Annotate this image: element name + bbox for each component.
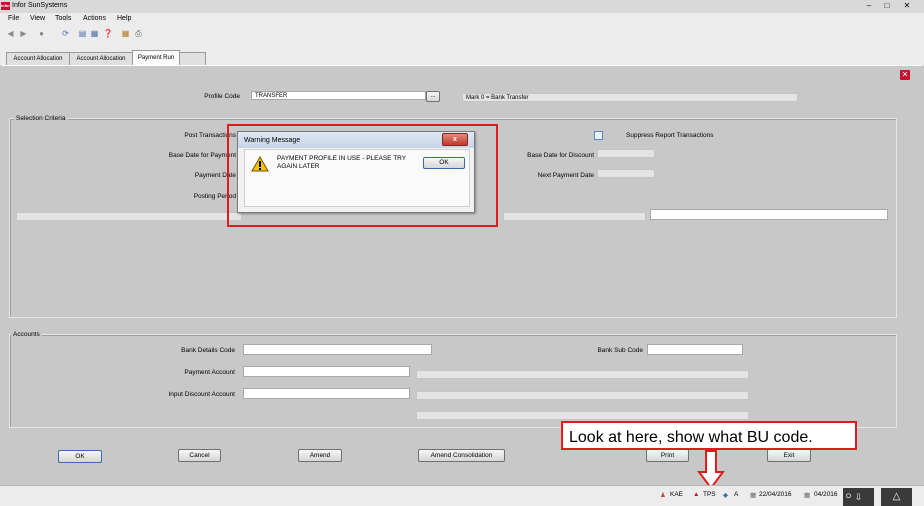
profile-description-field: Mark 0 = Bank Transfer [462, 93, 798, 102]
menu-file[interactable]: File [8, 15, 19, 22]
suppress-report-checkbox[interactable] [594, 131, 603, 140]
dialog-message-line2: AGAIN LATER [277, 163, 320, 170]
bank-sub-code-input[interactable] [647, 344, 743, 355]
status-bar: ♟ KAE ▲ TPS ◆ A ▦ 22/04/2016 ▦ 04/2016 O… [0, 485, 924, 506]
window-title: Infor SunSystems [12, 2, 68, 9]
user-icon: ♟ [660, 492, 666, 499]
minimize-icon[interactable]: – [862, 1, 876, 11]
title-bar: infor Infor SunSystems – □ ✕ [0, 0, 924, 14]
base-date-discount-label: Base Date for Discount [527, 152, 594, 159]
download-button[interactable]: O ⇩ [843, 488, 874, 506]
status-date: 22/04/2016 [759, 491, 792, 498]
menu-help[interactable]: Help [117, 15, 131, 22]
payment-account-description [416, 370, 749, 379]
dialog-title-bar: Warning Message [238, 132, 474, 148]
payment-date-label: Payment Date [194, 172, 236, 179]
input-discount-account-label: Input Discount Account [168, 391, 236, 398]
status-user: KAE [670, 491, 684, 498]
dialog-ok-button[interactable]: OK [423, 157, 465, 169]
bank-details-code-label: Bank Details Code [181, 347, 235, 354]
annotation-callout: Look at here, show what BU code. [561, 421, 857, 450]
close-window-icon[interactable]: ✕ [900, 1, 914, 11]
accounts-title: Accounts [11, 331, 42, 338]
warning-icon [251, 156, 269, 172]
grid-icon[interactable]: ▦ [121, 29, 130, 38]
base-date-payment-label: Base Date for Payment [168, 152, 236, 159]
menu-view[interactable]: View [30, 15, 45, 22]
status-extra: O [846, 493, 852, 500]
close-panel-icon[interactable]: ✕ [900, 70, 910, 80]
menu-bar: File View Tools Actions Help [0, 13, 924, 26]
dialog-title: Warning Message [244, 137, 301, 144]
input-discount-account-input[interactable] [243, 388, 410, 399]
form-icon[interactable]: ▦ [90, 29, 99, 38]
history-icon[interactable]: ● [37, 29, 46, 38]
help-doc-icon[interactable]: ❓ [103, 29, 113, 38]
toolbar: ◀ ▶ ● ⟳ ▤ ▦ ❓ ▦ ⎙ [0, 26, 924, 43]
amend-button[interactable]: Amend [298, 449, 342, 462]
input-discount-account-description [416, 391, 749, 400]
print-icon[interactable]: ⎙ [134, 29, 143, 38]
download-arrow-icon: ⇩ [854, 492, 863, 502]
calendar-icon: ▦ [750, 492, 757, 499]
infor-logo-icon: infor [1, 2, 10, 10]
base-date-discount-field [597, 149, 655, 158]
tab-strip: Account Allocation Account Allocation Pa… [0, 42, 924, 66]
tab-payment-run[interactable]: Payment Run [132, 50, 180, 66]
bank-sub-code-label: Bank Sub Code [597, 347, 643, 354]
tab-blank[interactable] [179, 52, 206, 65]
profile-code-input[interactable]: TRANSFER [251, 91, 426, 100]
tab-account-allocation-1[interactable]: Account Allocation [6, 52, 70, 65]
next-payment-date-field [597, 169, 655, 178]
back-icon[interactable]: ◀ [6, 29, 15, 38]
menu-actions[interactable]: Actions [83, 15, 106, 22]
payment-account-input[interactable] [243, 366, 410, 377]
cancel-button[interactable]: Cancel [178, 449, 221, 462]
drive-icon: △ [892, 491, 901, 502]
dialog-message-line1: PAYMENT PROFILE IN USE - PLEASE TRY [277, 155, 407, 162]
forward-icon[interactable]: ▶ [19, 29, 28, 38]
posting-period-label: Posting Period [193, 193, 236, 200]
ok-button[interactable]: OK [58, 450, 102, 463]
menu-tools[interactable]: Tools [55, 15, 71, 22]
document-icon[interactable]: ▤ [78, 29, 87, 38]
profile-lookup-button[interactable]: ... [426, 91, 440, 102]
bank-details-code-input[interactable] [243, 344, 432, 355]
accounts-extra-field [416, 411, 749, 420]
refresh-icon[interactable]: ⟳ [61, 29, 70, 38]
drive-button[interactable]: △ [881, 488, 912, 506]
tab-account-allocation-2[interactable]: Account Allocation [69, 52, 133, 65]
warning-dialog: Warning Message x PAYMENT PROFILE IN USE… [237, 131, 475, 213]
status-period: 04/2016 [814, 491, 838, 498]
maximize-icon[interactable]: □ [880, 1, 894, 11]
post-transactions-label: Post Transactions [184, 132, 236, 139]
next-payment-date-label: Next Payment Date [537, 172, 594, 179]
ledger-icon: ◆ [723, 492, 728, 499]
profile-code-label: Profile Code [204, 93, 240, 100]
selection-bar-1 [16, 212, 242, 221]
dialog-close-button[interactable]: x [442, 133, 468, 146]
status-ledger: A [734, 491, 739, 498]
dialog-body: PAYMENT PROFILE IN USE - PLEASE TRY AGAI… [244, 149, 470, 207]
selection-range-input[interactable] [650, 209, 888, 220]
payment-account-label: Payment Account [184, 369, 235, 376]
period-icon: ▦ [804, 492, 811, 499]
business-unit-icon: ▲ [693, 491, 700, 498]
annotation-arrow-icon [697, 450, 725, 490]
selection-criteria-title: Selection Criteria [14, 115, 68, 122]
selection-bar-2 [503, 212, 646, 221]
amend-consolidation-button[interactable]: Amend Consolidation [418, 449, 505, 462]
status-business-unit: TPS [703, 491, 716, 498]
suppress-report-label: Suppress Report Transactions [626, 132, 714, 139]
